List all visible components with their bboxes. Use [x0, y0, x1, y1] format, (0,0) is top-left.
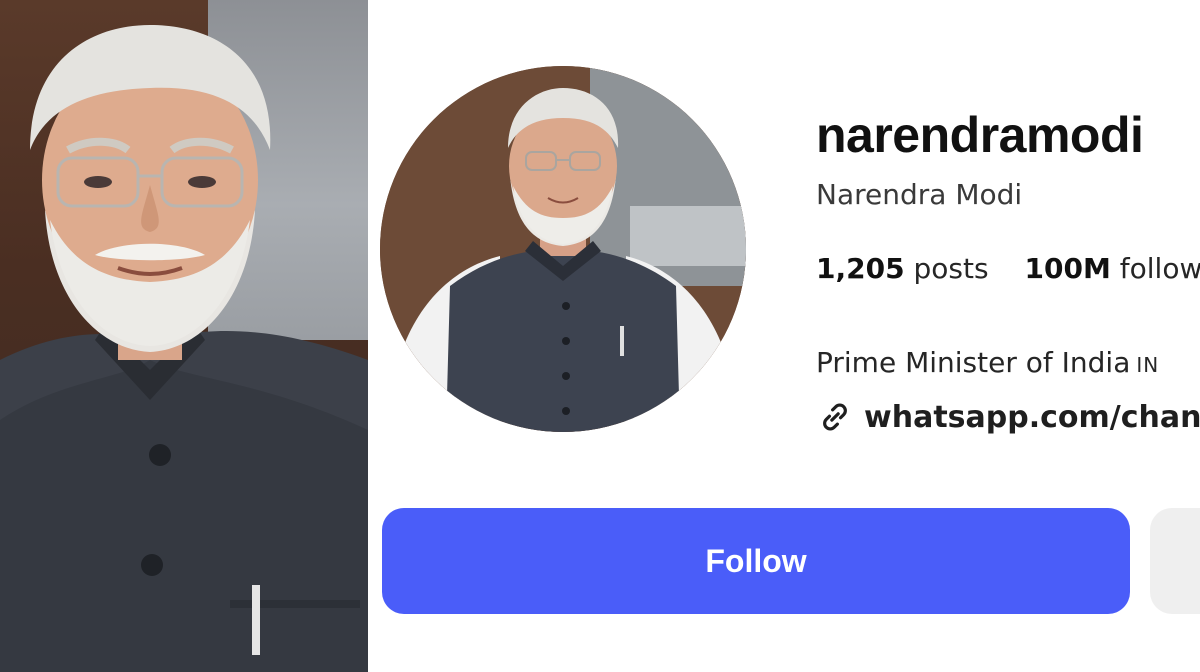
link-text: whatsapp.com/channe — [864, 399, 1200, 435]
profile-full-name: Narendra Modi — [816, 178, 1023, 211]
followers-stat[interactable]: 100M follow — [1025, 252, 1200, 285]
posts-label: posts — [913, 252, 989, 285]
profile-username: narendramodi — [816, 107, 1144, 163]
portrait-photo — [0, 0, 368, 672]
followers-label: follow — [1119, 252, 1200, 285]
profile-stats: 1,205 posts 100M follow — [816, 252, 1200, 285]
profile-link[interactable]: whatsapp.com/channe — [816, 398, 1200, 436]
link-icon — [823, 403, 847, 431]
secondary-action-button[interactable] — [1150, 508, 1200, 614]
posts-count: 1,205 — [816, 252, 905, 285]
avatar-image — [380, 66, 746, 432]
profile-bio: Prime Minister of India IN — [816, 346, 1159, 379]
india-flag-badge: IN — [1136, 353, 1160, 377]
screenshot-stage: narendramodi Narendra Modi 1,205 posts 10… — [0, 0, 1200, 672]
portrait-illustration — [0, 25, 368, 672]
followers-count: 100M — [1024, 252, 1111, 285]
posts-stat[interactable]: 1,205 posts — [816, 252, 989, 285]
profile-header: narendramodi Narendra Modi 1,205 posts 10… — [368, 0, 1200, 672]
profile-avatar[interactable] — [380, 66, 746, 432]
follow-button[interactable]: Follow — [382, 508, 1130, 614]
bio-text: Prime Minister of India — [816, 346, 1131, 379]
